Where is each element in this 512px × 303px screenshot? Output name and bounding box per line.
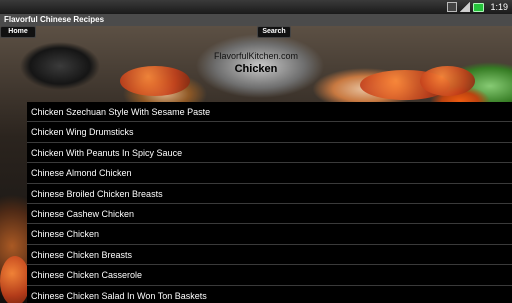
list-item[interactable]: Chinese Chicken Casserole — [27, 265, 512, 286]
battery-icon — [473, 2, 485, 12]
crab-image — [0, 256, 30, 303]
site-name: FlavorfulKitchen.com — [213, 51, 299, 61]
status-time: 1:19 — [490, 2, 508, 12]
list-item[interactable]: Chinese Almond Chicken — [27, 163, 512, 184]
list-item[interactable]: Chicken Szechuan Style With Sesame Paste — [27, 102, 512, 123]
home-button[interactable]: Home — [0, 26, 36, 38]
list-item[interactable]: Chinese Chicken — [27, 224, 512, 245]
network-icon — [447, 2, 458, 12]
app-content: Home Search FlavorfulKitchen.com Chicken… — [0, 26, 512, 303]
status-icons: 1:19 — [447, 1, 508, 13]
signal-icon — [460, 2, 471, 12]
search-button[interactable]: Search — [257, 26, 291, 38]
list-item[interactable]: Chicken With Peanuts In Spicy Sauce — [27, 142, 512, 164]
list-item[interactable]: Chinese Cashew Chicken — [27, 203, 512, 225]
list-item[interactable]: Chinese Chicken Breasts — [27, 244, 512, 266]
app-title: Flavorful Chinese Recipes — [0, 14, 512, 26]
category-title: Chicken — [234, 63, 278, 75]
status-bar: 1:19 — [0, 0, 512, 14]
list-item[interactable]: Chinese Broiled Chicken Breasts — [27, 183, 512, 204]
list-item[interactable]: Chicken Wing Drumsticks — [27, 122, 512, 143]
list-item[interactable]: Chinese Chicken Salad In Won Ton Baskets — [27, 285, 512, 303]
recipe-list[interactable]: Chicken Szechuan Style With Sesame Paste… — [27, 102, 512, 303]
